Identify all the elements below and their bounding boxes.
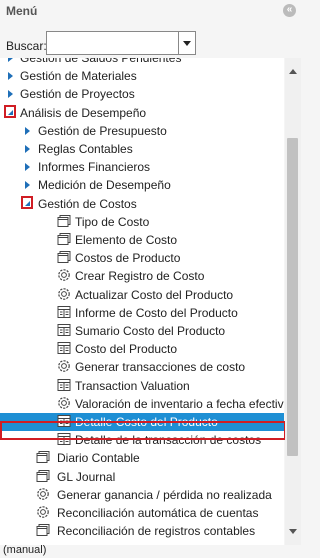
tree-item[interactable]: Reconciliación de registros contables (0, 522, 284, 540)
tree-item[interactable]: Reglas Contables (0, 140, 284, 158)
process-icon (57, 268, 71, 282)
tree-item[interactable]: Generar transacciones de costo (0, 358, 284, 376)
tree-item[interactable]: Generar ganancia / pérdida no realizada (0, 486, 284, 504)
search-combobox[interactable] (46, 31, 196, 55)
report-icon (57, 341, 71, 355)
tree-item-label: Sumario Costo del Producto (75, 324, 226, 338)
tree-item-label: Reconciliación de registros contables (57, 524, 256, 539)
expand-arrow-icon[interactable] (25, 126, 30, 135)
tree-item-label: Tipo de Costo (75, 214, 150, 229)
tree-item-label: Gestión de Presupuesto (38, 123, 167, 138)
collapse-arrow-icon[interactable] (4, 104, 16, 118)
report-icon (57, 323, 71, 337)
window-icon (36, 469, 50, 483)
tree-item[interactable]: Tipo de Costo (0, 213, 284, 231)
process-icon (36, 505, 50, 519)
window-icon (57, 250, 71, 264)
tree-item[interactable]: Medición de Desempeño (0, 176, 284, 194)
window-icon (36, 450, 50, 464)
tree-item[interactable]: Transaction Valuation (0, 377, 284, 395)
tree-item-label: Costos de Producto (75, 251, 181, 266)
window-icon (57, 232, 71, 246)
window-icon (36, 523, 50, 537)
report-icon (57, 305, 71, 319)
tree-item-label: Gestión de Saldos Pendientes (20, 58, 182, 65)
menu-tree: Gestión de Saldos Pendientes Gestión de M… (0, 58, 284, 545)
vertical-scrollbar[interactable] (285, 58, 301, 545)
process-icon (36, 487, 50, 501)
tree-item-label: Informe de Costo del Producto (75, 305, 238, 320)
tree-item-label: Generar transacciones de costo (75, 360, 246, 375)
tree-item-label: Crear Registro de Costo (75, 269, 205, 284)
expand-arrow-icon[interactable] (8, 58, 13, 62)
tree-item[interactable]: Elemento de Costo (0, 231, 284, 249)
selection-highlight-frame (0, 421, 286, 440)
tree-item-label: Informes Financieros (38, 160, 151, 175)
tree-item[interactable]: Costo del Producto (0, 340, 284, 358)
tree-item-label: Gestión de Materiales (20, 69, 137, 84)
tree-item[interactable]: Gestión de Materiales (0, 67, 284, 85)
collapse-arrow-icon[interactable] (21, 195, 33, 209)
tree-item[interactable]: Sumario Costo del Producto (0, 322, 284, 340)
tree-item[interactable]: Valoración de inventario a fecha efectiv… (0, 395, 284, 413)
tree-item-label: Análisis de Desempeño (20, 105, 147, 120)
tree-item[interactable]: Informe de Costo del Producto (0, 304, 284, 322)
tree-item[interactable]: GL Journal (0, 468, 284, 486)
expand-arrow-icon[interactable] (25, 145, 30, 153)
expand-arrow-icon[interactable] (8, 72, 13, 81)
tree-item-label: Transaction Valuation (75, 378, 190, 393)
process-icon (57, 359, 71, 373)
tree-item[interactable]: Crear Registro de Costo (0, 267, 284, 285)
tree-item-label: Medición de Desempeño (38, 178, 171, 193)
tree-item-label: Valoración de inventario a fecha efectiv… (75, 396, 284, 411)
tree-item[interactable]: Costos de Producto (0, 249, 284, 267)
expand-arrow-icon[interactable] (8, 90, 13, 99)
tree-item-label: Reconciliación automática de cuentas (57, 506, 259, 520)
tree-item[interactable]: Gestión de Saldos Pendientes (0, 58, 284, 67)
report-icon (57, 378, 71, 392)
scroll-up-icon[interactable] (289, 69, 297, 74)
tree-item-label: Gestión de Costos (38, 196, 137, 211)
collapse-icon[interactable]: « (283, 4, 296, 17)
tree-item-label: Gestión de Proyectos (20, 87, 135, 102)
tree-item-label: GL Journal (57, 469, 116, 484)
search-input[interactable] (49, 33, 177, 53)
tree-item[interactable]: Diario Contable (0, 449, 284, 467)
tree-item-label: Diario Contable (57, 451, 140, 466)
tree-item[interactable]: Informes Financieros (0, 158, 284, 176)
tree-item-label: Actualizar Costo del Producto (75, 287, 234, 302)
expand-arrow-icon[interactable] (25, 181, 30, 190)
tree-item-label: Elemento de Costo (75, 233, 178, 247)
tree-item[interactable]: Gestión de Proyectos (0, 85, 284, 103)
process-icon (57, 396, 71, 410)
tree-item[interactable]: Gestión de Presupuesto (0, 122, 284, 140)
menu-header: Menú « (0, 0, 301, 28)
tree-item[interactable]: Análisis de Desempeño (0, 104, 284, 122)
tree-item-label: Generar ganancia / pérdida no realizada (57, 487, 272, 502)
window-icon (57, 214, 71, 228)
tree-item-label: Reglas Contables (38, 142, 133, 156)
scroll-down-icon[interactable] (289, 529, 297, 534)
tree-item[interactable]: Gestión de Costos (0, 195, 284, 213)
chevron-down-icon[interactable] (178, 32, 195, 54)
search-label: Buscar: (6, 39, 47, 53)
process-icon (57, 287, 71, 301)
expand-arrow-icon[interactable] (25, 163, 30, 172)
scroll-thumb[interactable] (287, 138, 298, 456)
tree-item[interactable]: Actualizar Costo del Producto (0, 286, 284, 304)
menu-title: Menú (6, 4, 38, 18)
footer-status: (manual) (3, 544, 47, 556)
tree-item-label: Costo del Producto (75, 342, 178, 357)
tree-item[interactable]: Reconciliación automática de cuentas (0, 504, 284, 522)
